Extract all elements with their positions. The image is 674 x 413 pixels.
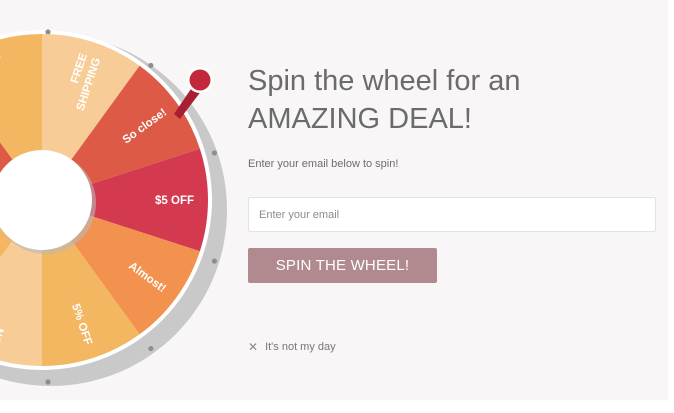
prize-wheel: FREE SHIPPING So close! $5 OFF Almost! 5% OFF… (0, 0, 240, 400)
spin-wheel-popup: FREE SHIPPING So close! $5 OFF Almost! 5% OFF… (0, 0, 668, 400)
dismiss-link[interactable]: ✕ It's not my day (248, 340, 336, 354)
wheel-pointer-icon (189, 69, 211, 91)
headline: Spin the wheel for an AMAZING DEAL! (248, 62, 656, 138)
wheel-peg (45, 379, 51, 385)
prize-wheel-graphic: FREESHIPPINGSo close!$5 OFFAlmost!5% OFF… (0, 29, 227, 386)
dismiss-label: It's not my day (265, 341, 336, 353)
wheel-segment-label-group: $5 OFF (155, 195, 194, 207)
close-icon: ✕ (248, 340, 259, 354)
signup-form: Spin the wheel for an AMAZING DEAL! Ente… (248, 62, 656, 283)
wheel-segment-label: $5 OFF (155, 195, 194, 207)
instruction-text: Enter your email below to spin! (248, 158, 399, 170)
wheel-peg (211, 258, 218, 264)
wheel-peg (148, 345, 154, 352)
email-input[interactable] (248, 197, 656, 232)
headline-line-2: AMAZING DEAL! (248, 103, 472, 135)
headline-line-1: Spin the wheel for an (248, 65, 521, 97)
spin-the-wheel-button[interactable]: SPIN THE WHEEL! (248, 248, 437, 283)
wheel-peg (148, 62, 154, 69)
wheel-peg (211, 150, 218, 156)
wheel-peg (45, 29, 51, 35)
